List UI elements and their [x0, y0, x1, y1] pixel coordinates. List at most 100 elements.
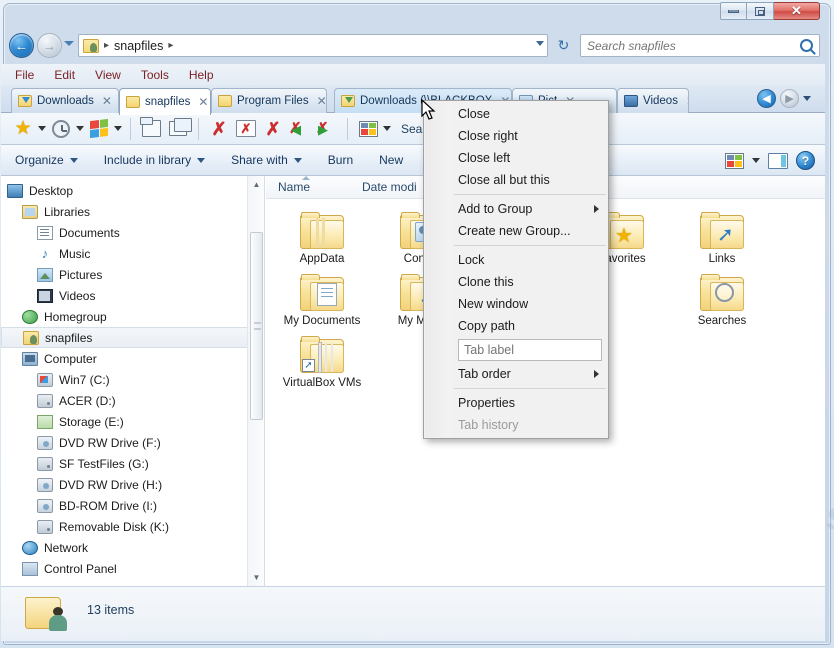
menu-item-close-all-but-this[interactable]: Close all but this — [424, 169, 608, 191]
change-view-dropdown-icon[interactable] — [752, 158, 760, 163]
sidebar-item-removable-disk-k[interactable]: Removable Disk (K:) — [1, 516, 264, 537]
sidebar-item-homegroup[interactable]: Homegroup — [1, 306, 264, 327]
sidebar-item-pictures[interactable]: Pictures — [1, 264, 264, 285]
sidebar-item-music[interactable]: ♪ Music — [1, 243, 264, 264]
include-in-library-button[interactable]: Include in library — [104, 153, 206, 167]
sidebar-item-bd-rom-drive-i[interactable]: BD-ROM Drive (I:) — [1, 495, 264, 516]
sidebar-item-libraries[interactable]: Libraries — [1, 201, 264, 222]
status-bar: 13 items — [1, 586, 825, 641]
tab-snapfiles[interactable]: snapfiles ✕ — [119, 88, 211, 115]
menu-item-tab-order[interactable]: Tab order — [424, 363, 608, 385]
address-breadcrumb-bar[interactable]: ▸ snapfiles ▸ — [78, 34, 548, 57]
new-tab-icon[interactable] — [139, 117, 163, 141]
burn-button[interactable]: Burn — [328, 153, 353, 167]
forward-button[interactable]: → — [37, 33, 62, 58]
sidebar-item-snapfiles[interactable]: snapfiles — [1, 327, 264, 348]
sidebar-item-storage-e[interactable]: Storage (E:) — [1, 411, 264, 432]
menu-help[interactable]: Help — [189, 68, 214, 82]
history-dropdown-icon[interactable] — [76, 126, 84, 131]
tab-downloads[interactable]: Downloads ✕ — [11, 88, 119, 113]
favorites-star-icon[interactable]: ★ — [11, 117, 35, 141]
change-view-icon[interactable] — [725, 152, 744, 169]
sidebar-item-label: Win7 (C:) — [59, 372, 110, 387]
menu-item-close-left[interactable]: Close left — [424, 147, 608, 169]
menu-item-create-new-group[interactable]: Create new Group... — [424, 220, 608, 242]
menu-item-copy-path[interactable]: Copy path — [424, 315, 608, 337]
close-tab-icon[interactable]: ✗ — [207, 117, 231, 141]
recent-pages-dropdown[interactable] — [64, 41, 74, 46]
menu-item-close-right[interactable]: Close right — [424, 125, 608, 147]
tab-list-dropdown-icon[interactable] — [803, 96, 811, 101]
close-button[interactable]: ✕ — [774, 2, 820, 20]
file-item-my-documents[interactable]: My Documents — [272, 266, 372, 328]
menu-item-add-to-group[interactable]: Add to Group — [424, 198, 608, 220]
scroll-up-icon[interactable]: ▲ — [248, 176, 264, 193]
sidebar-scrollbar[interactable]: ▲ ▼ — [247, 176, 264, 586]
sidebar-item-computer[interactable]: Computer — [1, 348, 264, 369]
file-item-appdata[interactable]: AppData — [272, 204, 372, 266]
tab-program-files[interactable]: Program Files ✕ — [211, 88, 327, 113]
column-header-date-modified[interactable]: Date modi — [350, 180, 417, 194]
duplicate-tab-icon[interactable] — [166, 117, 192, 141]
menu-item-clone-this[interactable]: Clone this — [424, 271, 608, 293]
close-left-icon[interactable]: ✗ ◀ — [288, 117, 312, 141]
address-history-dropdown[interactable] — [536, 41, 544, 46]
tab-videos[interactable]: Videos ✕ — [617, 88, 689, 113]
sidebar-item-acer-d[interactable]: ACER (D:) — [1, 390, 264, 411]
sidebar-item-desktop[interactable]: Desktop — [1, 180, 264, 201]
menu-item-close[interactable]: Close — [424, 103, 608, 125]
favorites-dropdown-icon[interactable] — [38, 126, 46, 131]
search-input[interactable] — [587, 38, 800, 53]
tab-label-input[interactable] — [458, 339, 602, 361]
sidebar-item-sf-testfiles-g[interactable]: SF TestFiles (G:) — [1, 453, 264, 474]
column-header-name[interactable]: Name — [266, 176, 350, 194]
menu-view[interactable]: View — [95, 68, 121, 82]
sidebar-item-label: Desktop — [29, 183, 74, 198]
sidebar-item-win7-c[interactable]: Win7 (C:) — [1, 369, 264, 390]
scrollbar-thumb[interactable] — [250, 232, 263, 420]
close-all-tabs-icon[interactable]: ✗ — [261, 117, 285, 141]
file-item-searches[interactable]: Searches — [672, 266, 772, 328]
breadcrumb-separator-icon-2[interactable]: ▸ — [168, 40, 173, 51]
close-right-icon[interactable]: ✗ ▶ — [315, 117, 339, 141]
tab-scroll-forward-button[interactable]: ▶ — [780, 89, 799, 108]
tab-close-icon[interactable]: ✕ — [686, 94, 688, 108]
organize-button[interactable]: Organize — [15, 153, 78, 167]
share-with-button[interactable]: Share with — [231, 153, 302, 167]
help-icon[interactable]: ? — [796, 151, 815, 170]
windows-logo-icon[interactable] — [87, 117, 111, 141]
scroll-down-icon[interactable]: ▼ — [248, 569, 264, 586]
tab-close-icon[interactable]: ✕ — [102, 94, 112, 108]
sidebar-item-videos[interactable]: Videos — [1, 285, 264, 306]
menu-file[interactable]: File — [15, 68, 34, 82]
file-item-links[interactable]: ➚ Links — [672, 204, 772, 266]
view-options-icon[interactable] — [356, 117, 380, 141]
minimize-button[interactable] — [720, 2, 747, 20]
refresh-button[interactable]: ↻ — [552, 34, 575, 57]
sidebar-item-dvd-rw-drive-h[interactable]: DVD RW Drive (H:) — [1, 474, 264, 495]
tab-close-icon[interactable]: ✕ — [198, 95, 208, 109]
breadcrumb-snapfiles[interactable]: snapfiles — [114, 39, 163, 53]
menu-item-properties[interactable]: Properties — [424, 392, 608, 414]
search-box[interactable] — [580, 34, 820, 57]
preview-pane-icon[interactable] — [768, 152, 788, 169]
new-folder-button[interactable]: New — [379, 153, 403, 167]
sidebar-item-dvd-rw-drive-f[interactable]: DVD RW Drive (F:) — [1, 432, 264, 453]
file-item-virtualbox-vms[interactable]: ➚ VirtualBox VMs — [272, 328, 372, 390]
sidebar-item-documents[interactable]: Documents — [1, 222, 264, 243]
sidebar-item-control-panel[interactable]: Control Panel — [1, 558, 264, 579]
history-clock-icon[interactable] — [49, 117, 73, 141]
optical-drive-icon — [37, 477, 53, 492]
back-button[interactable]: ← — [9, 33, 34, 58]
menu-tools[interactable]: Tools — [141, 68, 169, 82]
tab-scroll-back-button[interactable]: ◀ — [757, 89, 776, 108]
menu-edit[interactable]: Edit — [54, 68, 75, 82]
windows-dropdown-icon[interactable] — [114, 126, 122, 131]
view-options-dropdown-icon[interactable] — [383, 126, 391, 131]
sidebar-item-network[interactable]: Network — [1, 537, 264, 558]
restore-button[interactable] — [747, 2, 774, 20]
tab-close-icon[interactable]: ✕ — [317, 94, 326, 108]
menu-item-new-window[interactable]: New window — [424, 293, 608, 315]
close-window-icon[interactable]: ✗ — [234, 117, 258, 141]
menu-item-lock[interactable]: Lock — [424, 249, 608, 271]
